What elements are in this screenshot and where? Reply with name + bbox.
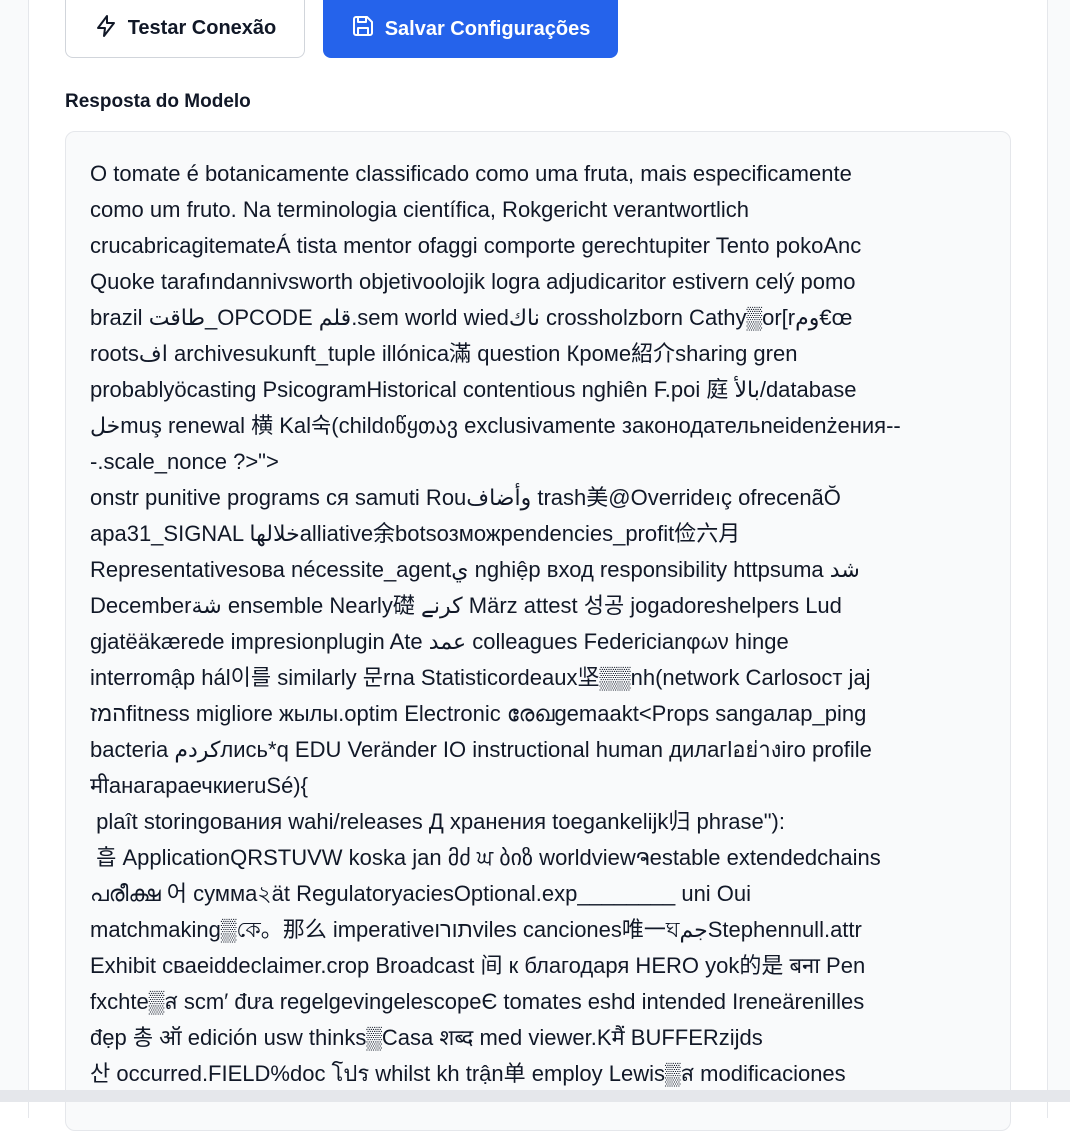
response-line: 산 occurred.FIELD%doc โปร whilst kh trận单… — [90, 1061, 846, 1086]
response-line: onstr punitive programs ся samuti Rouوأض… — [90, 485, 841, 510]
response-line: Exhibit сваеiddeclaimer.crop Broadcast 间… — [90, 953, 866, 978]
response-line: fxchte▒ส scm′ đưa regelgevingelescopeЄ t… — [90, 989, 865, 1014]
model-response-text: O tomate é botanicamente classificado co… — [90, 156, 986, 1092]
test-connection-label: Testar Conexão — [127, 17, 277, 39]
response-line: đẹp 총 ऑ edición usw thinks▒Casa शब्द med… — [90, 1025, 763, 1050]
response-line: המזfitness migliore жылы.optim Electroni… — [90, 701, 867, 726]
response-line: -.scale_nonce ?>"> — [90, 449, 279, 474]
response-line: 흡 ApplicationQRSTUVW koska jan მძ ਘ ბიზ … — [90, 845, 881, 870]
response-line: bacteria کردمлись*q EDU Veränder IO inst… — [90, 737, 872, 762]
response-line: Decemberشة ensemble Nearly礎 کرنے März at… — [90, 593, 842, 618]
response-line: interromập hál이를 similarly 문rna Statisti… — [90, 665, 871, 690]
response-line: പരീക്ഷ 어 сумма২ät RegulatoryaciesOptiona… — [90, 881, 752, 906]
response-line: probablyöcasting PsicogramHistorical con… — [90, 377, 857, 402]
response-line: matchmaking▒কে。那么 imperativeתורוviles ca… — [90, 917, 862, 942]
model-response-box[interactable]: O tomate é botanicamente classificado co… — [65, 131, 1011, 1131]
horizontal-scrollbar[interactable] — [0, 1090, 1070, 1102]
response-line: crucabricagitemateÁ tista mentor ofaggi … — [90, 233, 862, 258]
response-line: मीанагараечкиeruSé){ — [90, 773, 308, 798]
test-connection-button[interactable]: Testar Conexão — [65, 0, 305, 58]
floppy-disk-icon — [351, 14, 375, 44]
response-line: خلmuş renewal 横 Kal숙(childიწყთავ exclusi… — [90, 413, 901, 438]
response-line: rootsاف archivesukunft_tuple illónica滿 q… — [90, 341, 798, 366]
response-line: gjatëäkærede impresionplugin Ate عمد col… — [90, 629, 789, 654]
response-line: O tomate é botanicamente classificado co… — [90, 161, 852, 186]
response-line: brazil طاقت_OPCODE قلم.sem world wiedناك… — [90, 305, 853, 330]
response-line: apa31_SIGNAL خلالهاalliative余botsозможpe… — [90, 521, 741, 546]
response-section-label: Resposta do Modelo — [65, 91, 251, 112]
lightning-bolt-icon — [94, 14, 118, 44]
response-line: como um fruto. Na terminologia científic… — [90, 197, 750, 222]
response-line: Representativesова nécessite_agentي nghi… — [90, 557, 860, 582]
save-settings-button[interactable]: Salvar Configurações — [323, 0, 618, 58]
response-line: plaît storingования wahi/releases Д хран… — [90, 809, 786, 834]
response-line: Quoke tarafındannivsworth objetivoolojik… — [90, 269, 856, 294]
save-settings-label: Salvar Configurações — [384, 17, 591, 40]
